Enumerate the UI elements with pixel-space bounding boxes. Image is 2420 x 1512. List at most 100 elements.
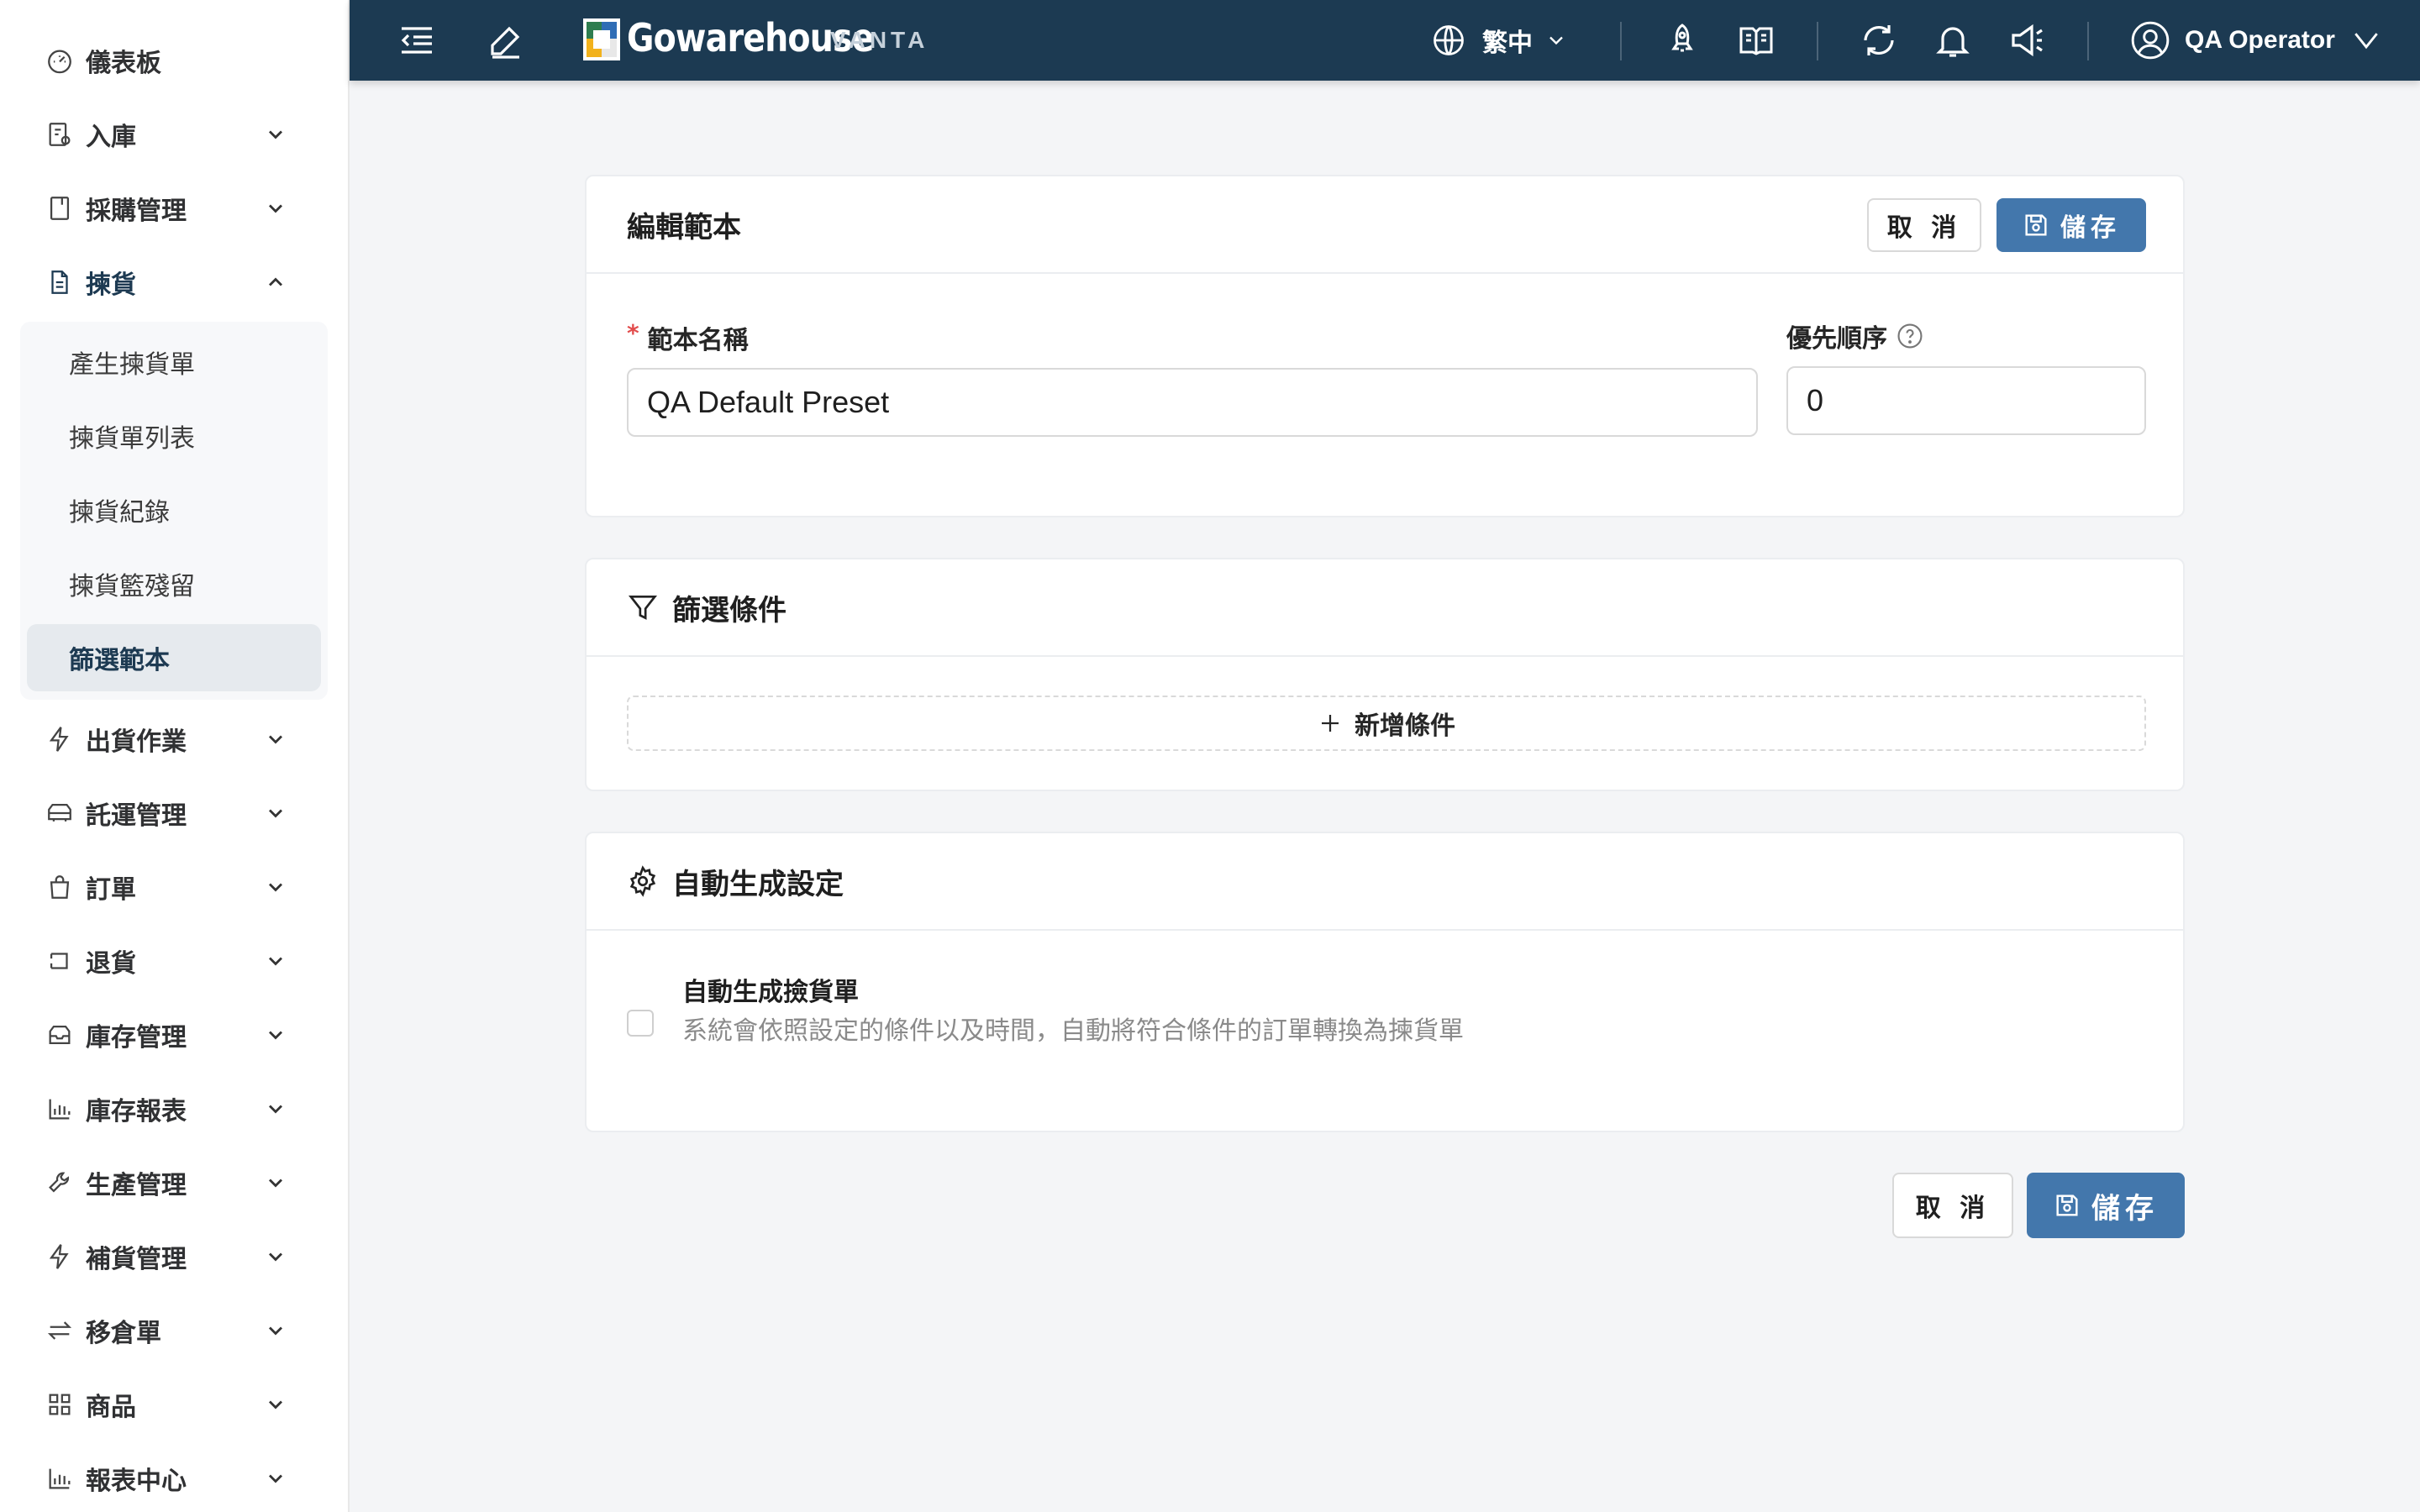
card-header: 自動生成設定 xyxy=(587,833,2183,931)
bell-icon xyxy=(1936,27,1970,57)
sidebar-item-inventory-report[interactable]: 庫存報表 xyxy=(20,1072,316,1146)
picking-submenu: 產生揀貨單 揀貨單列表 揀貨紀錄 揀貨籃殘留 篩選範本 xyxy=(20,322,328,700)
menu-collapse-button[interactable] xyxy=(397,20,437,60)
sidebar-item-shipping[interactable]: 出貨作業 xyxy=(20,702,316,776)
sidebar-item-label: 託運管理 xyxy=(86,801,187,831)
save-button-label: 儲存 xyxy=(2060,213,2121,243)
add-condition-label: 新增條件 xyxy=(1355,711,1455,741)
return-icon xyxy=(50,953,68,969)
chevron-down-icon xyxy=(269,1400,282,1410)
submenu-item-picklist-list[interactable]: 揀貨單列表 xyxy=(27,402,321,470)
gear-icon xyxy=(629,865,656,897)
sidebar-item-label: 補貨管理 xyxy=(86,1245,187,1274)
dashboard-icon xyxy=(48,50,71,74)
sidebar-item-transfer[interactable]: 移倉單 xyxy=(20,1294,316,1368)
header-divider xyxy=(1620,22,1622,60)
sidebar-item-receiving[interactable]: 入庫 xyxy=(20,97,316,171)
priority-input[interactable] xyxy=(1786,366,2146,435)
card-title: 自動生成設定 xyxy=(672,867,844,901)
sidebar-item-returns[interactable]: 退貨 xyxy=(20,924,316,998)
sidebar-item-label: 採購管理 xyxy=(86,197,187,226)
sidebar-item-label: 移倉單 xyxy=(86,1319,161,1348)
refresh-icon xyxy=(1864,25,1894,55)
chevron-down-icon xyxy=(269,809,282,818)
submenu-item-generate-picklist[interactable]: 產生揀貨單 xyxy=(27,328,321,396)
auto-generate-title: 自動生成撿貨單 xyxy=(682,978,859,1007)
purchase-icon xyxy=(50,197,70,220)
submenu-item-label: 產生揀貨單 xyxy=(69,350,195,380)
priority-label: 優先順序 xyxy=(1786,318,1924,354)
inventory-icon xyxy=(49,1025,71,1045)
header-divider xyxy=(2087,22,2089,60)
language-selector[interactable]: 繁中 xyxy=(1430,18,1568,62)
auto-generate-checkbox[interactable] xyxy=(627,1010,654,1037)
report-chart-icon xyxy=(49,1468,71,1489)
top-header: Gowarehouse VANTA 繁中 QA Operator xyxy=(350,0,2420,81)
submenu-item-filter-template[interactable]: 篩選範本 xyxy=(27,624,321,691)
announcements-button[interactable] xyxy=(2007,20,2047,60)
sidebar-item-label: 訂單 xyxy=(86,875,136,905)
save-icon xyxy=(2025,214,2047,236)
pencil-icon xyxy=(491,26,520,59)
shopping-bag-icon xyxy=(50,875,70,899)
grid-icon xyxy=(49,1394,71,1415)
sidebar: 儀表板 入庫 採購管理 揀貨 產生揀貨單 揀貨單列表 揀貨紀錄 揀貨籃殘留 篩選… xyxy=(0,0,350,1512)
chevron-down-icon xyxy=(269,204,282,213)
chevron-down-icon xyxy=(269,1252,282,1262)
chevron-down-icon xyxy=(269,735,282,744)
sidebar-item-label: 庫存報表 xyxy=(86,1097,187,1126)
user-menu[interactable]: QA Operator xyxy=(2129,18,2382,62)
card-title: 篩選條件 xyxy=(672,593,786,627)
card-header: 篩選條件 xyxy=(587,559,2183,657)
submenu-item-label: 揀貨籃殘留 xyxy=(69,572,195,601)
sidebar-item-production[interactable]: 生產管理 xyxy=(20,1146,316,1220)
chevron-up-icon xyxy=(269,277,282,286)
chevron-down-icon xyxy=(269,1179,282,1188)
sidebar-item-replenishment[interactable]: 補貨管理 xyxy=(20,1220,316,1294)
receiving-icon xyxy=(49,123,71,146)
footer-save-button[interactable]: 儲存 xyxy=(2027,1173,2185,1238)
rocket-icon xyxy=(1671,24,1693,52)
sidebar-item-consignment[interactable]: 託運管理 xyxy=(20,776,316,850)
chevron-down-icon xyxy=(269,130,282,139)
edit-template-card: 編輯範本 取 消 儲存 * 範本名稱 優先順序 xyxy=(585,175,2185,517)
sidebar-item-label: 報表中心 xyxy=(86,1467,187,1496)
submenu-item-label: 揀貨紀錄 xyxy=(69,498,170,528)
header-divider xyxy=(1817,22,1818,60)
chevron-down-icon xyxy=(2354,33,2378,50)
language-label: 繁中 xyxy=(1482,29,1533,58)
edit-button[interactable] xyxy=(486,20,526,60)
help-icon[interactable] xyxy=(1896,322,1924,350)
submenu-item-label: 揀貨單列表 xyxy=(69,424,195,454)
transfer-icon xyxy=(47,1321,72,1340)
save-button[interactable]: 儲存 xyxy=(1996,198,2146,252)
shipping-icon xyxy=(49,727,69,752)
user-name: QA Operator xyxy=(2185,26,2335,54)
submenu-item-basket-residual[interactable]: 揀貨籃殘留 xyxy=(27,550,321,617)
documentation-button[interactable] xyxy=(1736,20,1776,60)
book-icon xyxy=(1739,27,1773,55)
launch-button[interactable] xyxy=(1662,20,1702,60)
template-name-input[interactable] xyxy=(627,368,1758,437)
sidebar-item-dashboard[interactable]: 儀表板 xyxy=(20,24,316,97)
sidebar-item-orders[interactable]: 訂單 xyxy=(20,850,316,924)
sidebar-item-products[interactable]: 商品 xyxy=(20,1368,316,1441)
sidebar-item-inventory[interactable]: 庫存管理 xyxy=(20,998,316,1072)
sidebar-item-label: 商品 xyxy=(86,1393,136,1422)
plus-icon xyxy=(1322,715,1339,732)
submenu-item-picking-records[interactable]: 揀貨紀錄 xyxy=(27,476,321,543)
sidebar-item-purchase[interactable]: 採購管理 xyxy=(20,171,316,245)
cancel-button-label: 取 消 xyxy=(1886,213,1962,243)
submenu-item-label: 篩選範本 xyxy=(69,646,170,675)
notifications-button[interactable] xyxy=(1933,20,1973,60)
add-condition-button[interactable]: 新增條件 xyxy=(627,696,2146,751)
priority-label-text: 優先順序 xyxy=(1786,324,1887,354)
sidebar-item-report-center[interactable]: 報表中心 xyxy=(20,1441,316,1512)
cancel-button[interactable]: 取 消 xyxy=(1867,198,1981,252)
sidebar-item-picking[interactable]: 揀貨 xyxy=(20,245,316,319)
footer-save-label: 儲存 xyxy=(2091,1191,2159,1226)
refresh-button[interactable] xyxy=(1859,20,1899,60)
footer-cancel-button[interactable]: 取 消 xyxy=(1892,1173,2013,1238)
menu-fold-icon xyxy=(401,27,432,54)
avatar-icon xyxy=(2131,21,2170,60)
